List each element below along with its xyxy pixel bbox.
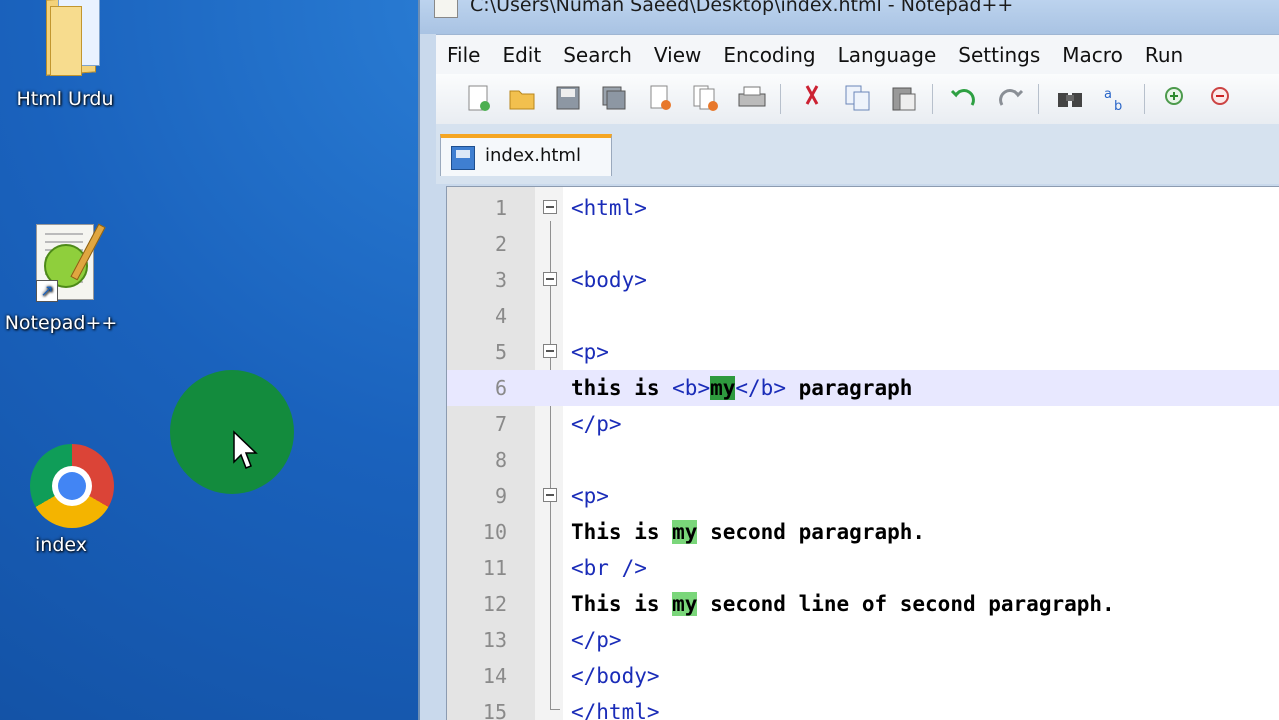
save-all-icon[interactable]: [598, 82, 630, 114]
code-line: 15 </html>: [447, 694, 1279, 720]
replace-icon[interactable]: ab: [1100, 82, 1132, 114]
line-number: 12: [482, 592, 507, 616]
desktop-icon-label: Html Urdu: [16, 88, 114, 110]
code-line: 14 </body>: [447, 658, 1279, 694]
line-number: 3: [494, 268, 507, 292]
zoom-out-icon[interactable]: [1206, 82, 1238, 114]
fold-collapse-icon[interactable]: [543, 272, 557, 286]
code-text: </body>: [571, 664, 660, 688]
saved-file-icon: [451, 146, 475, 170]
menu-search[interactable]: Search: [552, 35, 643, 75]
line-number: 15: [482, 700, 507, 720]
cut-icon[interactable]: [796, 82, 828, 114]
svg-text:b: b: [1114, 99, 1122, 112]
fold-collapse-icon[interactable]: [543, 344, 557, 358]
code-line: 8: [447, 442, 1279, 478]
menu-run[interactable]: Run: [1134, 35, 1194, 75]
line-number: 2: [494, 232, 507, 256]
mouse-cursor-icon: [233, 430, 258, 469]
desktop-icon-label: Notepad++: [4, 312, 118, 334]
app-icon: [434, 0, 458, 18]
brace-match-highlight: my: [710, 376, 736, 400]
shortcut-arrow-icon: ↗: [36, 280, 58, 302]
line-number: 8: [494, 448, 507, 472]
desktop-icon-notepad-plus-plus[interactable]: ↗ Notepad++: [0, 222, 126, 334]
code-line: 7 </p>: [447, 406, 1279, 442]
line-number: 5: [494, 340, 507, 364]
redo-icon[interactable]: [994, 82, 1026, 114]
code-line: 11 <br />: [447, 550, 1279, 586]
code-line: 10 This is my second paragraph.: [447, 514, 1279, 550]
code-line: 1 <html>: [447, 190, 1279, 226]
code-text: <body>: [571, 268, 647, 292]
code-text: this is <b>my</b> paragraph: [571, 376, 913, 400]
line-number: 14: [482, 664, 507, 688]
desktop-icon-index[interactable]: index: [0, 444, 126, 556]
desktop-icon-html-urdu[interactable]: Html Urdu: [0, 0, 130, 110]
line-number: 10: [482, 520, 507, 544]
code-text: <p>: [571, 340, 609, 364]
svg-text:a: a: [1104, 87, 1112, 102]
notepad-plus-plus-window: C:\Users\Numan Saeed\Desktop\index.html …: [418, 0, 1279, 720]
code-line: 2: [447, 226, 1279, 262]
word-highlight: my: [672, 592, 698, 616]
line-number: 7: [494, 412, 507, 436]
zoom-in-icon[interactable]: [1160, 82, 1192, 114]
line-number: 6: [494, 376, 507, 400]
tab-index-html[interactable]: index.html: [440, 134, 612, 176]
menu-settings[interactable]: Settings: [947, 35, 1051, 75]
toolbar: ab: [436, 74, 1279, 125]
code-line: 13 </p>: [447, 622, 1279, 658]
close-all-icon[interactable]: [690, 82, 722, 114]
code-editor[interactable]: 1 <html> 2 3 <body> 4 5 <p> 6 this is <b…: [446, 186, 1279, 720]
line-number: 9: [494, 484, 507, 508]
undo-icon[interactable]: [948, 82, 980, 114]
code-line: 9 <p>: [447, 478, 1279, 514]
menu-bar: File Edit Search View Encoding Language Settin…: [436, 34, 1279, 75]
open-file-icon[interactable]: [506, 82, 538, 114]
print-icon[interactable]: [736, 82, 768, 114]
desktop-icon-label: index: [35, 534, 87, 556]
window-title: C:\Users\Numan Saeed\Desktop\index.html …: [470, 0, 1014, 16]
code-text: </p>: [571, 628, 622, 652]
code-text: </p>: [571, 412, 622, 436]
tab-label: index.html: [485, 145, 581, 166]
menu-view[interactable]: View: [643, 35, 712, 75]
find-icon[interactable]: [1054, 82, 1086, 114]
new-file-icon[interactable]: [462, 82, 494, 114]
notepad-plus-plus-icon: ↗: [22, 222, 106, 306]
code-line: 12 This is my second line of second para…: [447, 586, 1279, 622]
close-icon[interactable]: [644, 82, 676, 114]
code-text: This is my second paragraph.: [571, 520, 926, 544]
code-text: <p>: [571, 484, 609, 508]
code-line: 5 <p>: [447, 334, 1279, 370]
copy-icon[interactable]: [842, 82, 874, 114]
title-bar[interactable]: C:\Users\Numan Saeed\Desktop\index.html …: [420, 0, 1279, 34]
code-text: This is my second line of second paragra…: [571, 592, 1115, 616]
menu-encoding[interactable]: Encoding: [712, 35, 826, 75]
code-line: 4: [447, 298, 1279, 334]
chrome-icon: [22, 444, 114, 528]
save-icon[interactable]: [552, 82, 584, 114]
line-number: 1: [494, 196, 507, 220]
code-text: </html>: [571, 700, 660, 720]
menu-macro[interactable]: Macro: [1051, 35, 1134, 75]
line-number: 11: [482, 556, 507, 580]
code-text: <br />: [571, 556, 647, 580]
fold-collapse-icon[interactable]: [543, 200, 557, 214]
tab-bar: index.html: [436, 124, 1279, 184]
line-number: 13: [482, 628, 507, 652]
paste-icon[interactable]: [888, 82, 920, 114]
code-line: 3 <body>: [447, 262, 1279, 298]
code-text: <html>: [571, 196, 647, 220]
current-code-line: 6 this is <b>my</b> paragraph: [447, 370, 1279, 406]
word-highlight: my: [672, 520, 698, 544]
menu-edit[interactable]: Edit: [491, 35, 552, 75]
desktop: Html Urdu ↗ Notepad++ index: [0, 0, 420, 720]
line-number: 4: [494, 304, 507, 328]
menu-file[interactable]: File: [436, 35, 491, 75]
menu-language[interactable]: Language: [827, 35, 948, 75]
fold-collapse-icon[interactable]: [543, 488, 557, 502]
folder-icon: [26, 0, 104, 82]
